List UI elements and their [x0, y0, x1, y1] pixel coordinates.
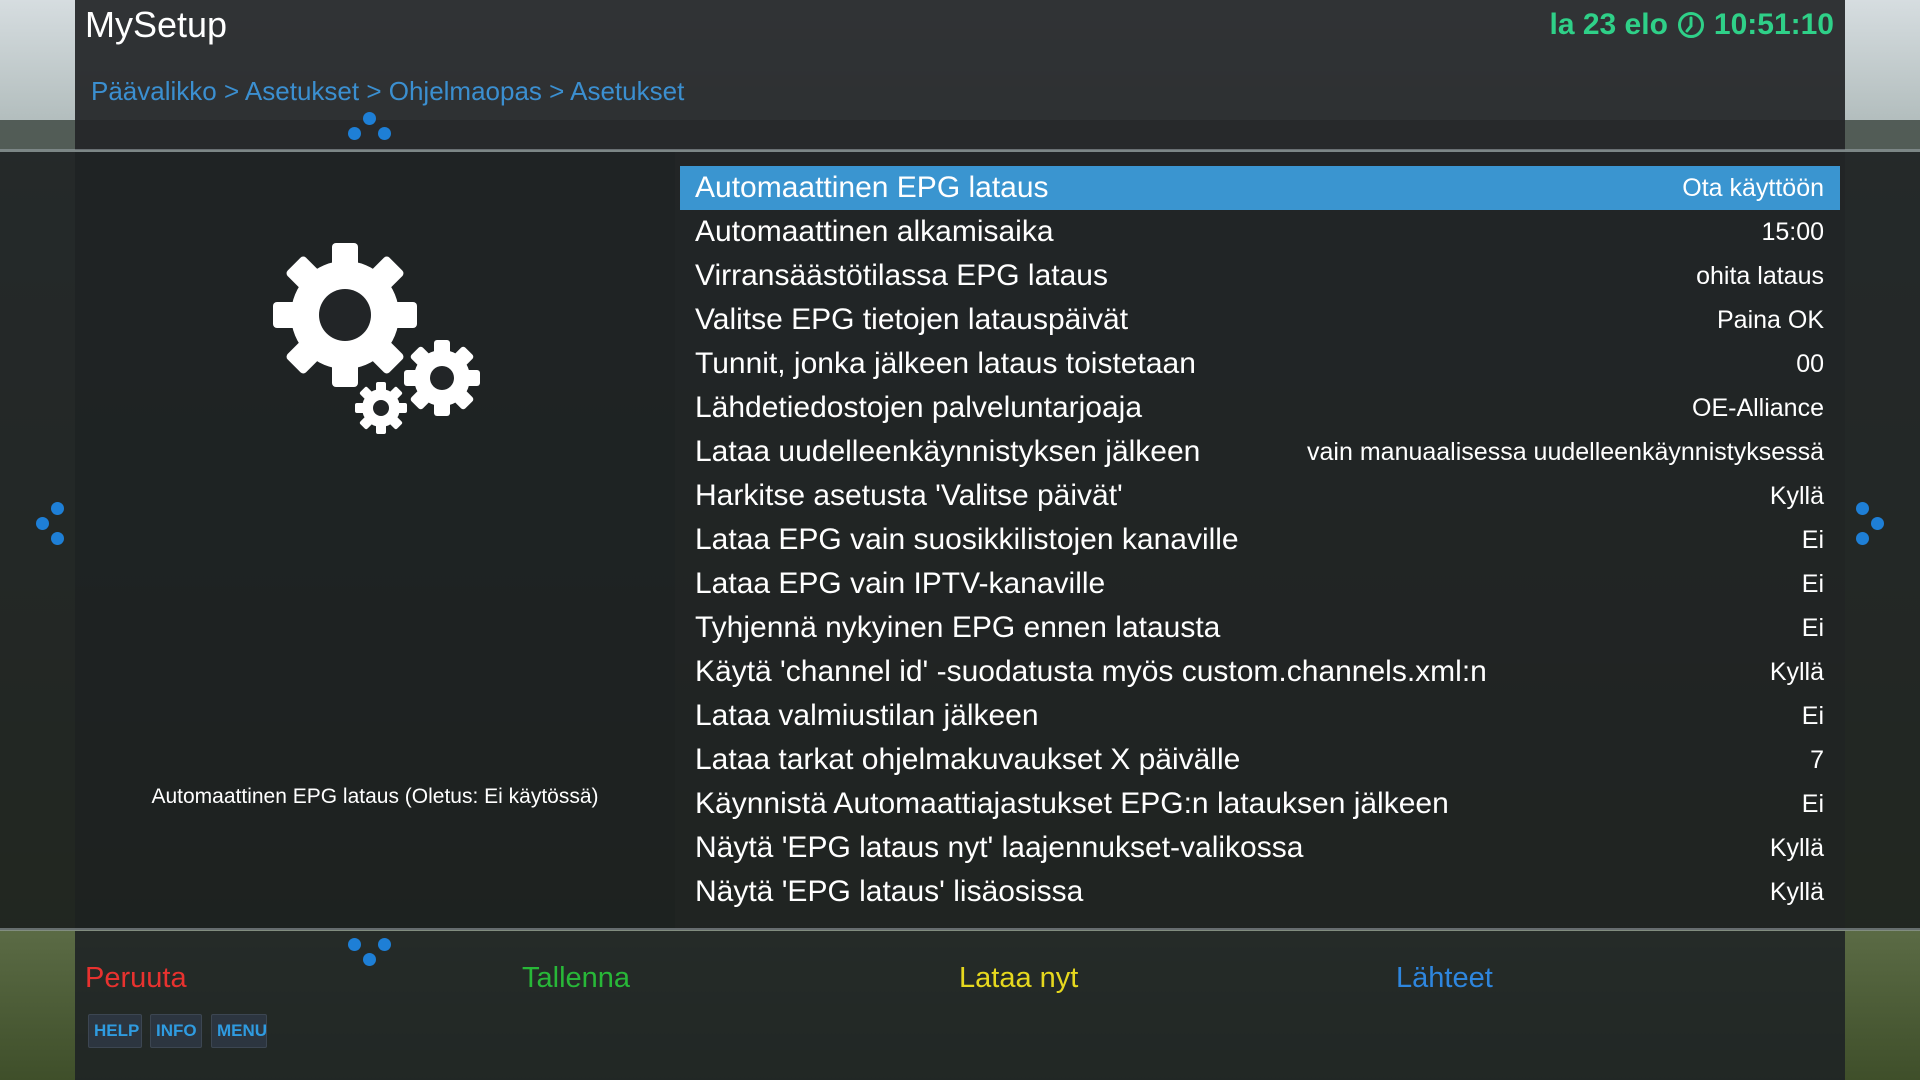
setting-label: Näytä 'EPG lataus nyt' laajennukset-vali… — [695, 831, 1304, 864]
setting-value: vain manuaalisessa uudelleenkäynnistykse… — [1307, 437, 1824, 466]
setting-row[interactable]: Näytä 'EPG lataus nyt' laajennukset-vali… — [680, 826, 1840, 870]
setting-value: Ei — [1801, 525, 1824, 554]
clock-icon — [1677, 12, 1704, 38]
setting-row[interactable]: Automaattinen alkamisaika 15:00 — [680, 210, 1840, 254]
save-button[interactable]: Tallenna — [522, 962, 630, 995]
setting-value: Kyllä — [1769, 481, 1824, 510]
setting-row[interactable]: Näytä 'EPG lataus' lisäosissa Kyllä — [680, 870, 1840, 914]
setting-row[interactable]: Harkitse asetusta 'Valitse päivät' Kyllä — [680, 474, 1840, 518]
setting-label: Lataa EPG vain suosikkilistojen kanavill… — [695, 523, 1239, 556]
download-now-button[interactable]: Lataa nyt — [959, 962, 1078, 995]
setting-row[interactable]: Käytä 'channel id' -suodatusta myös cust… — [680, 650, 1840, 694]
setting-value: Ei — [1801, 569, 1824, 598]
setting-row[interactable]: Lataa valmiustilan jälkeen Ei — [680, 694, 1840, 738]
date-label: la 23 elo — [1549, 8, 1668, 41]
time-label: 10:51:10 — [1713, 8, 1834, 41]
setting-row[interactable]: Käynnistä Automaattiajastukset EPG:n lat… — [680, 782, 1840, 826]
app-title: MySetup — [85, 4, 228, 45]
setting-value: Kyllä — [1769, 877, 1824, 906]
setting-label: Näytä 'EPG lataus' lisäosissa — [695, 875, 1084, 908]
setting-row[interactable]: Tyhjennä nykyinen EPG ennen latausta Ei — [680, 606, 1840, 650]
setting-label: Lähdetiedostojen palveluntarjoaja — [695, 391, 1143, 424]
scroll-up-indicator-icon — [348, 112, 394, 142]
setting-value: 15:00 — [1761, 217, 1824, 246]
setting-help-text: Automaattinen EPG lataus (Oletus: Ei käy… — [151, 785, 599, 808]
setting-row[interactable]: Virransäästötilassa EPG lataus ohita lata… — [680, 254, 1840, 298]
setting-label: Käytä 'channel id' -suodatusta myös cust… — [695, 655, 1487, 688]
setting-row[interactable]: Valitse EPG tietojen latauspäivät Paina O… — [680, 298, 1840, 342]
setting-value: Ei — [1801, 613, 1824, 642]
setting-value: Ota käyttöön — [1682, 173, 1824, 202]
setting-label: Virransäästötilassa EPG lataus — [695, 259, 1108, 292]
help-key-button[interactable]: HELP — [88, 1014, 142, 1048]
setting-value: 7 — [1810, 745, 1824, 774]
setting-label: Lataa EPG vain IPTV-kanaville — [695, 567, 1106, 600]
setting-row[interactable]: Automaattinen EPG lataus Ota käyttöön — [680, 166, 1840, 210]
setting-label: Harkitse asetusta 'Valitse päivät' — [695, 479, 1123, 512]
setting-label: Käynnistä Automaattiajastukset EPG:n lat… — [695, 787, 1449, 820]
setting-value: Ei — [1801, 701, 1824, 730]
menu-key-button[interactable]: MENU — [211, 1014, 267, 1048]
setting-label: Tyhjennä nykyinen EPG ennen latausta — [695, 611, 1221, 644]
settings-list: Automaattinen EPG lataus Ota käyttöön Auto… — [680, 166, 1840, 914]
setting-row[interactable]: Lähdetiedostojen palveluntarjoaja OE-Alli… — [680, 386, 1840, 430]
setting-row[interactable]: Lataa tarkat ohjelmakuvaukset X päivälle… — [680, 738, 1840, 782]
cancel-button[interactable]: Peruuta — [85, 962, 187, 995]
clock: la 23 elo 10:51:10 — [1550, 8, 1835, 42]
footer-panel — [75, 931, 1845, 1080]
scroll-right-indicator-icon[interactable] — [1856, 502, 1886, 548]
settings-gears-icon — [273, 243, 480, 434]
setting-label: Valitse EPG tietojen latauspäivät — [695, 303, 1129, 336]
setting-row[interactable]: Lataa EPG vain IPTV-kanaville Ei — [680, 562, 1840, 606]
setting-label: Automaattinen alkamisaika — [695, 215, 1054, 248]
setting-value: Kyllä — [1769, 657, 1824, 686]
info-key-button[interactable]: INFO — [150, 1014, 202, 1048]
setting-row[interactable]: Lataa uudelleenkäynnistyksen jälkeen vain… — [680, 430, 1840, 474]
setting-value: Ei — [1801, 789, 1824, 818]
setting-value: OE-Alliance — [1692, 393, 1824, 422]
setting-value: ohita lataus — [1696, 261, 1824, 290]
setting-row[interactable]: Tunnit, jonka jälkeen lataus toistetaan 0… — [680, 342, 1840, 386]
setting-value: 00 — [1796, 349, 1824, 378]
scroll-left-indicator-icon[interactable] — [36, 502, 66, 548]
setting-row[interactable]: Lataa EPG vain suosikkilistojen kanavill… — [680, 518, 1840, 562]
breadcrumb: Päävalikko > Asetukset > Ohjelmaopas > A… — [91, 76, 685, 106]
setting-label: Lataa tarkat ohjelmakuvaukset X päivälle — [695, 743, 1241, 776]
setting-label: Lataa uudelleenkäynnistyksen jälkeen — [695, 435, 1201, 468]
setting-value: Kyllä — [1769, 833, 1824, 862]
setting-label: Tunnit, jonka jälkeen lataus toistetaan — [695, 347, 1196, 380]
setting-label: Automaattinen EPG lataus — [695, 171, 1049, 204]
setting-value: Paina OK — [1716, 305, 1824, 334]
setting-label: Lataa valmiustilan jälkeen — [695, 699, 1039, 732]
scroll-down-indicator-icon — [348, 938, 394, 968]
sources-button[interactable]: Lähteet — [1396, 962, 1493, 995]
